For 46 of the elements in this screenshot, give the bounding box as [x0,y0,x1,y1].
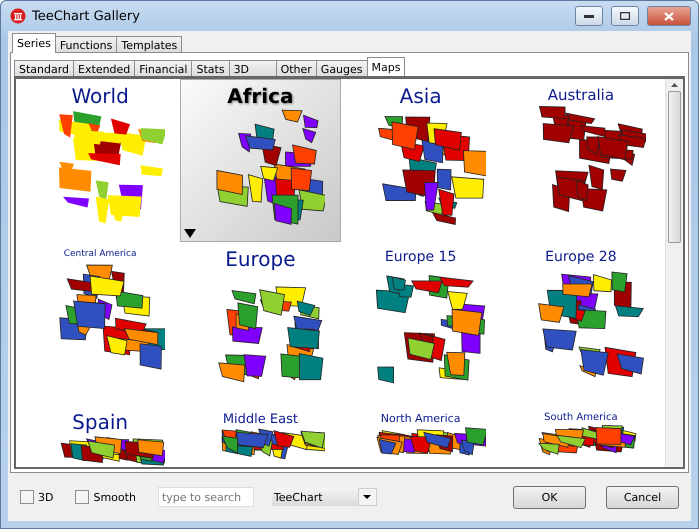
minimize-icon [584,14,594,18]
search-field[interactable]: type to search [158,487,254,507]
tab[interactable]: Financial [134,60,192,77]
tile-title: Middle East [222,412,298,427]
theme-dropdown[interactable]: TeeChart [272,488,377,506]
checkbox-label: Smooth [93,490,136,504]
scrollbar[interactable] [665,79,683,467]
tile-title: Africa [227,84,294,108]
checkbox[interactable] [20,490,34,504]
tab[interactable]: Extended [73,60,136,77]
tile-title: Europe 28 [545,249,617,265]
tile-title: Central America [64,249,136,259]
window-title: TeeChart Gallery [32,8,141,24]
scroll-up-arrow-icon[interactable] [671,83,678,87]
dialog-button[interactable]: OK [513,486,586,508]
minimize-button[interactable] [575,6,603,26]
tab[interactable]: Gauges [316,60,368,77]
option-checkbox[interactable]: Smooth [75,490,136,504]
close-button[interactable] [647,6,691,26]
maximize-button[interactable] [611,6,639,26]
tab[interactable]: Functions [54,36,118,53]
tab[interactable]: Maps [366,57,406,77]
tile-title: Europe 15 [384,249,456,265]
tile-title: World [71,84,129,108]
maximize-icon [620,12,630,20]
tab[interactable]: 3D [228,60,277,77]
checkbox-label: 3D [38,490,54,504]
dialog-button[interactable]: Cancel [606,486,679,508]
tab[interactable]: Series [12,33,56,53]
dropdown-triangle-icon[interactable] [184,229,196,238]
app-icon [10,8,26,24]
tile-title: South America [544,412,618,423]
checkbox[interactable] [75,490,90,504]
option-checkbox[interactable]: 3D [20,490,54,504]
tab[interactable]: Standard [14,60,74,77]
close-icon [664,12,674,20]
tab[interactable]: Other [276,60,317,77]
tile-title: Asia [400,84,442,108]
tile-title: Spain [72,410,128,434]
tab[interactable]: Stats [191,60,230,77]
tile-title: Australia [548,86,614,104]
tab[interactable]: Templates [116,36,182,53]
tile-title: Europe [225,247,296,271]
scrollbar-thumb[interactable] [668,91,681,243]
gallery-tile[interactable]: Africa [180,79,340,242]
tile-title: North America [380,412,460,425]
